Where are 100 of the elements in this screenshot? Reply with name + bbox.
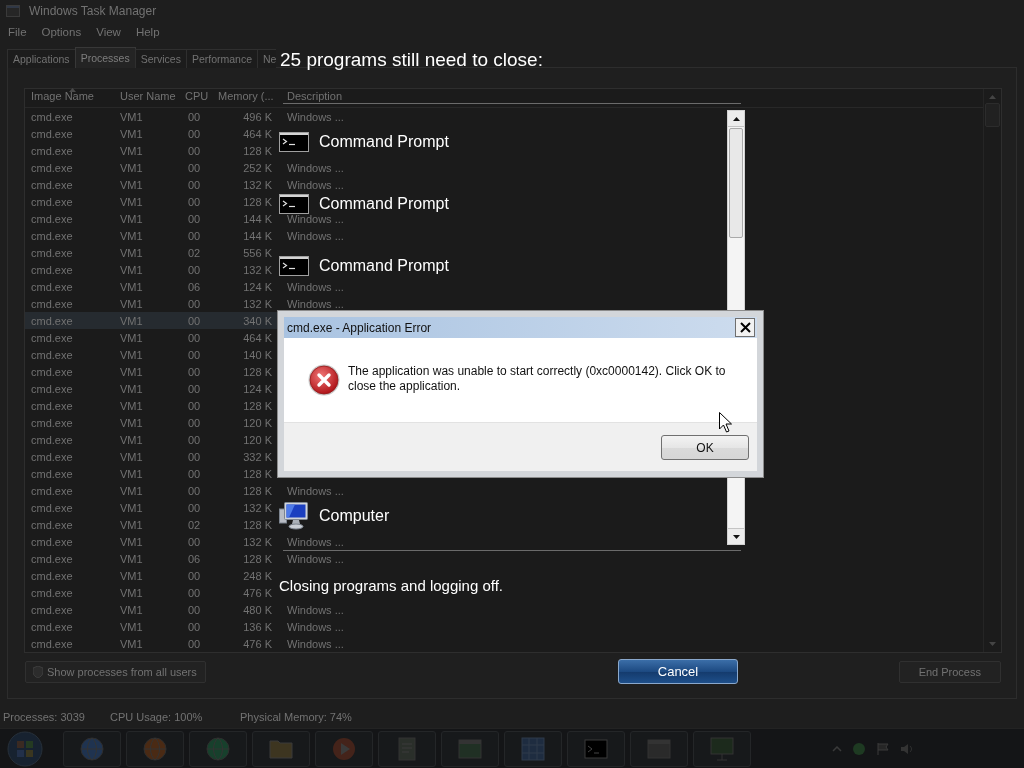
status-text: Closing programs and logging off. bbox=[279, 577, 504, 595]
taskbar-button[interactable] bbox=[378, 730, 436, 767]
table-cell: 00 bbox=[188, 400, 201, 412]
table-cell: 124 K bbox=[243, 383, 272, 395]
table-cell: cmd.exe bbox=[31, 366, 73, 378]
table-cell: cmd.exe bbox=[31, 400, 73, 412]
taskbar-button[interactable] bbox=[63, 730, 121, 767]
column-header[interactable]: CPU bbox=[185, 91, 209, 102]
taskbar-button[interactable] bbox=[126, 730, 184, 767]
scrollbar[interactable] bbox=[983, 89, 1001, 652]
cancel-button[interactable]: Cancel bbox=[618, 659, 738, 684]
table-cell: cmd.exe bbox=[31, 145, 73, 157]
table-cell: cmd.exe bbox=[31, 604, 73, 616]
process-row[interactable]: cmd.exe VM1 00 120 K bbox=[25, 431, 278, 448]
process-row[interactable]: cmd.exe VM1 00 476 K bbox=[25, 584, 278, 601]
taskbar-button[interactable] bbox=[441, 730, 499, 767]
taskbar-button[interactable] bbox=[504, 730, 562, 767]
process-row[interactable]: cmd.exe VM1 00 248 K bbox=[25, 567, 278, 584]
process-row[interactable]: cmd.exe VM1 00 120 K bbox=[25, 414, 278, 431]
process-row[interactable]: cmd.exe VM1 00 128 K bbox=[25, 397, 278, 414]
taskbar-button[interactable] bbox=[630, 730, 688, 767]
process-row[interactable]: cmd.exe VM1 00 476 K Windows ... bbox=[25, 635, 344, 652]
start-button[interactable] bbox=[6, 729, 44, 768]
error-icon bbox=[308, 364, 340, 396]
table-cell: 00 bbox=[188, 383, 201, 395]
process-row[interactable]: cmd.exe VM1 00 128 K bbox=[25, 363, 278, 380]
table-cell: Windows ... bbox=[287, 621, 344, 633]
scroll-up-button[interactable] bbox=[728, 111, 744, 127]
menu-item[interactable]: View bbox=[96, 26, 121, 38]
table-cell: Windows ... bbox=[287, 213, 344, 225]
column-header[interactable]: User Name bbox=[120, 91, 176, 102]
process-row[interactable]: cmd.exe VM1 00 480 K Windows ... bbox=[25, 601, 344, 618]
process-row[interactable]: cmd.exe VM1 02 556 K bbox=[25, 244, 278, 261]
show-all-users-button[interactable]: Show processes from all users bbox=[25, 661, 206, 683]
process-row[interactable]: cmd.exe VM1 00 464 K bbox=[25, 329, 278, 346]
process-row[interactable]: cmd.exe VM1 00 252 K Windows ... bbox=[25, 159, 344, 176]
mouse-pointer-icon bbox=[719, 412, 732, 433]
table-cell: Windows ... bbox=[287, 162, 344, 174]
process-row[interactable]: cmd.exe VM1 00 132 K bbox=[25, 261, 278, 278]
table-cell: VM1 bbox=[120, 162, 143, 174]
window-title: Windows Task Manager bbox=[29, 4, 157, 18]
table-cell: cmd.exe bbox=[31, 128, 73, 140]
scrollbar-thumb[interactable] bbox=[729, 128, 743, 238]
scroll-down-button[interactable] bbox=[728, 528, 744, 544]
table-cell: 00 bbox=[188, 638, 201, 650]
process-row[interactable]: cmd.exe VM1 00 128 K bbox=[25, 193, 278, 210]
process-row[interactable]: cmd.exe VM1 00 128 K bbox=[25, 142, 278, 159]
process-row[interactable]: cmd.exe VM1 00 132 K Windows ... bbox=[25, 176, 344, 193]
column-header[interactable]: Image Name bbox=[31, 91, 94, 102]
table-cell: 252 K bbox=[243, 162, 272, 174]
table-cell: 06 bbox=[188, 553, 201, 565]
chevron-up-icon[interactable] bbox=[832, 745, 842, 752]
column-header[interactable]: Memory (... bbox=[218, 91, 274, 102]
process-row[interactable]: cmd.exe VM1 00 128 K bbox=[25, 465, 278, 482]
process-row[interactable]: cmd.exe VM1 02 128 K bbox=[25, 516, 278, 533]
table-cell: 00 bbox=[188, 468, 201, 480]
process-row[interactable]: cmd.exe VM1 00 136 K Windows ... bbox=[25, 618, 344, 635]
tab[interactable]: Services bbox=[134, 49, 187, 68]
flag-icon[interactable] bbox=[876, 741, 890, 756]
table-cell: cmd.exe bbox=[31, 315, 73, 327]
taskbar-button[interactable] bbox=[252, 730, 310, 767]
end-process-button[interactable]: End Process bbox=[898, 661, 1001, 683]
speaker-icon[interactable] bbox=[900, 741, 914, 756]
table-cell: 464 K bbox=[243, 332, 272, 344]
tab[interactable]: Performance bbox=[185, 49, 259, 68]
table-cell: cmd.exe bbox=[31, 230, 73, 242]
tab[interactable]: Processes bbox=[74, 47, 136, 68]
globe-icon bbox=[80, 736, 104, 761]
table-cell: 128 K bbox=[243, 366, 272, 378]
network-icon[interactable] bbox=[852, 741, 866, 756]
process-row[interactable]: cmd.exe VM1 00 132 K Windows ... bbox=[25, 295, 344, 312]
process-row[interactable]: cmd.exe VM1 00 140 K bbox=[25, 346, 278, 363]
process-row[interactable]: cmd.exe VM1 00 464 K bbox=[25, 125, 278, 142]
close-button[interactable] bbox=[735, 318, 755, 337]
process-row[interactable]: cmd.exe VM1 00 144 K Windows ... bbox=[25, 227, 344, 244]
process-row[interactable]: cmd.exe VM1 06 124 K Windows ... bbox=[25, 278, 344, 295]
process-row[interactable]: cmd.exe VM1 00 132 K Windows ... bbox=[25, 533, 344, 550]
process-row[interactable]: cmd.exe VM1 06 128 K Windows ... bbox=[25, 550, 344, 567]
up-arrow-icon[interactable] bbox=[989, 95, 996, 99]
taskbar-button[interactable] bbox=[315, 730, 373, 767]
up-arrow-icon bbox=[732, 116, 740, 121]
process-row[interactable]: cmd.exe VM1 00 496 K Windows ... bbox=[25, 108, 344, 125]
column-header[interactable]: Description bbox=[287, 91, 343, 102]
menu-item[interactable]: File bbox=[8, 26, 27, 38]
menu-item[interactable]: Options bbox=[41, 26, 82, 38]
process-row[interactable]: cmd.exe VM1 00 132 K bbox=[25, 499, 278, 516]
process-row[interactable]: cmd.exe VM1 00 340 K bbox=[25, 312, 278, 329]
ok-button[interactable]: OK bbox=[661, 435, 749, 460]
process-row[interactable]: cmd.exe VM1 00 124 K bbox=[25, 380, 278, 397]
taskbar-button[interactable] bbox=[567, 730, 625, 767]
process-row[interactable]: cmd.exe VM1 00 332 K bbox=[25, 448, 278, 465]
table-cell: Windows ... bbox=[287, 179, 344, 191]
process-row[interactable]: cmd.exe VM1 00 128 K Windows ... bbox=[25, 482, 344, 499]
table-cell: 02 bbox=[188, 247, 201, 259]
taskbar-button[interactable] bbox=[693, 730, 751, 767]
menu-item[interactable]: Help bbox=[135, 26, 160, 38]
taskbar-button[interactable] bbox=[189, 730, 247, 767]
tab[interactable]: Applications bbox=[7, 49, 76, 68]
tab[interactable]: Ne bbox=[257, 49, 277, 68]
down-arrow-icon[interactable] bbox=[989, 642, 996, 646]
